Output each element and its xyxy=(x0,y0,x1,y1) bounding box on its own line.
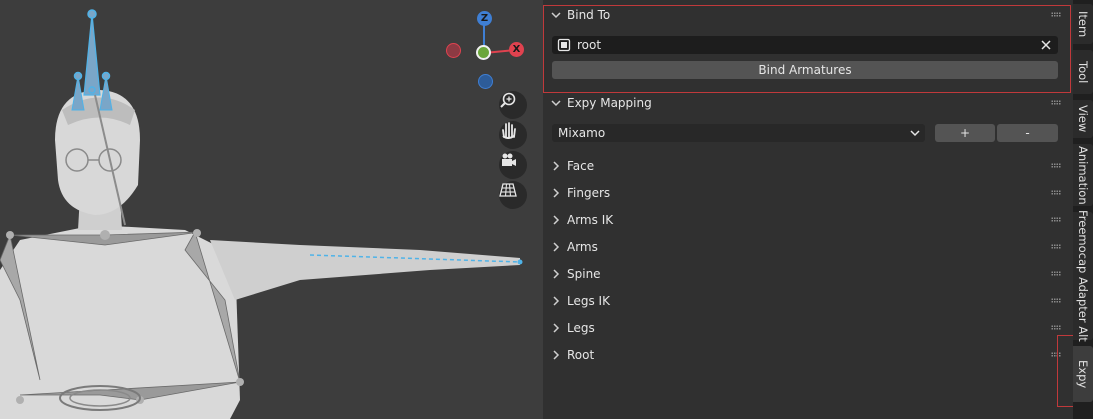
subpanel-spine[interactable]: Spine xyxy=(543,262,1073,286)
subpanel-label: Face xyxy=(567,159,595,173)
zoom-button[interactable] xyxy=(499,91,527,119)
drag-handle-icon[interactable] xyxy=(1051,12,1061,17)
drag-handle-icon[interactable] xyxy=(1051,244,1061,249)
subpanel-fingers[interactable]: Fingers xyxy=(543,181,1073,205)
add-preset-button[interactable]: + xyxy=(935,124,995,142)
character-arm xyxy=(210,240,520,300)
drag-handle-icon[interactable] xyxy=(1051,298,1061,303)
subpanel-root[interactable]: Root xyxy=(543,343,1073,367)
subpanel-label: Arms xyxy=(567,240,598,254)
remove-preset-button[interactable]: - xyxy=(997,124,1058,142)
chevron-right-icon xyxy=(549,161,563,171)
chevron-right-icon xyxy=(549,188,563,198)
bind-to-header[interactable]: Bind To xyxy=(543,3,1073,27)
gizmo-z-label: Z xyxy=(480,13,489,24)
tab-view[interactable]: View xyxy=(1073,100,1093,138)
zoom-icon xyxy=(500,92,516,108)
chevron-down-icon xyxy=(910,130,920,137)
sidebar-panel: Bind To root Bind Armatures Expy Mapping… xyxy=(543,0,1073,419)
drag-handle-icon[interactable] xyxy=(1051,100,1061,105)
tab-label: View xyxy=(1076,105,1090,133)
drag-handle-icon[interactable] xyxy=(1051,190,1061,195)
camera-icon xyxy=(502,153,516,166)
drag-handle-icon[interactable] xyxy=(1051,271,1061,276)
drag-handle-icon[interactable] xyxy=(1051,325,1061,330)
subpanel-arms[interactable]: Arms xyxy=(543,235,1073,259)
gizmo-neg-y-ball[interactable] xyxy=(476,45,491,60)
mapping-preset-value: Mixamo xyxy=(558,126,606,140)
tab-item[interactable]: Item xyxy=(1073,4,1093,44)
grid-icon xyxy=(499,183,517,197)
clear-icon[interactable] xyxy=(1040,39,1052,51)
tab-label: Animation xyxy=(1076,145,1090,205)
drag-handle-icon[interactable] xyxy=(1051,163,1061,168)
subpanel-legs-ik[interactable]: Legs IK xyxy=(543,289,1073,313)
expy-mapping-header[interactable]: Expy Mapping xyxy=(543,91,1073,115)
tab-tool[interactable]: Tool xyxy=(1073,50,1093,94)
drag-handle-icon[interactable] xyxy=(1051,217,1061,222)
gizmo-neg-z-ball[interactable] xyxy=(478,74,493,89)
tab-label: Freemocap Adapter Alt xyxy=(1076,210,1090,342)
bind-target-value: root xyxy=(577,38,602,52)
tab-expy[interactable]: Expy xyxy=(1073,346,1093,402)
3d-viewport[interactable]: Z X xyxy=(0,0,543,419)
subpanel-label: Root xyxy=(567,348,595,362)
subpanel-label: Spine xyxy=(567,267,601,281)
perspective-toggle-button[interactable] xyxy=(499,181,527,209)
bind-to-title: Bind To xyxy=(567,8,611,22)
armature-object-icon xyxy=(557,38,571,52)
pan-button[interactable] xyxy=(499,121,527,149)
chevron-right-icon xyxy=(549,350,563,360)
subpanel-arms-ik[interactable]: Arms IK xyxy=(543,208,1073,232)
expy-mapping-title: Expy Mapping xyxy=(567,96,652,110)
tab-label: Item xyxy=(1076,10,1090,38)
tab-freemocap-adapter-alt[interactable]: Freemocap Adapter Alt xyxy=(1073,210,1093,342)
chevron-right-icon xyxy=(549,215,563,225)
chevron-right-icon xyxy=(549,242,563,252)
subpanel-label: Arms IK xyxy=(567,213,614,227)
mapping-preset-dropdown[interactable]: Mixamo xyxy=(552,124,925,142)
subpanel-legs[interactable]: Legs xyxy=(543,316,1073,340)
tab-label: Expy xyxy=(1076,359,1090,389)
chevron-right-icon xyxy=(549,323,563,333)
subpanel-label: Legs IK xyxy=(567,294,610,308)
chevron-down-icon xyxy=(549,98,563,108)
tab-animation[interactable]: Animation xyxy=(1073,144,1093,206)
camera-view-button[interactable] xyxy=(499,151,527,179)
chevron-right-icon xyxy=(549,269,563,279)
subpanel-face[interactable]: Face xyxy=(543,154,1073,178)
subpanel-label: Fingers xyxy=(567,186,611,200)
sidebar-tabs: Item Tool View Animation Freemocap Adapter A… xyxy=(1073,0,1093,419)
bind-target-field[interactable]: root xyxy=(552,36,1058,54)
chevron-right-icon xyxy=(549,296,563,306)
drag-handle-icon[interactable] xyxy=(1051,352,1061,357)
tab-label: Tool xyxy=(1076,60,1090,84)
gizmo-neg-x-ball[interactable] xyxy=(446,43,461,58)
gizmo-x-label: X xyxy=(512,44,521,55)
chevron-down-icon xyxy=(549,10,563,20)
bind-armatures-button[interactable]: Bind Armatures xyxy=(552,61,1058,79)
subpanel-label: Legs xyxy=(567,321,595,335)
hand-icon xyxy=(502,122,516,139)
